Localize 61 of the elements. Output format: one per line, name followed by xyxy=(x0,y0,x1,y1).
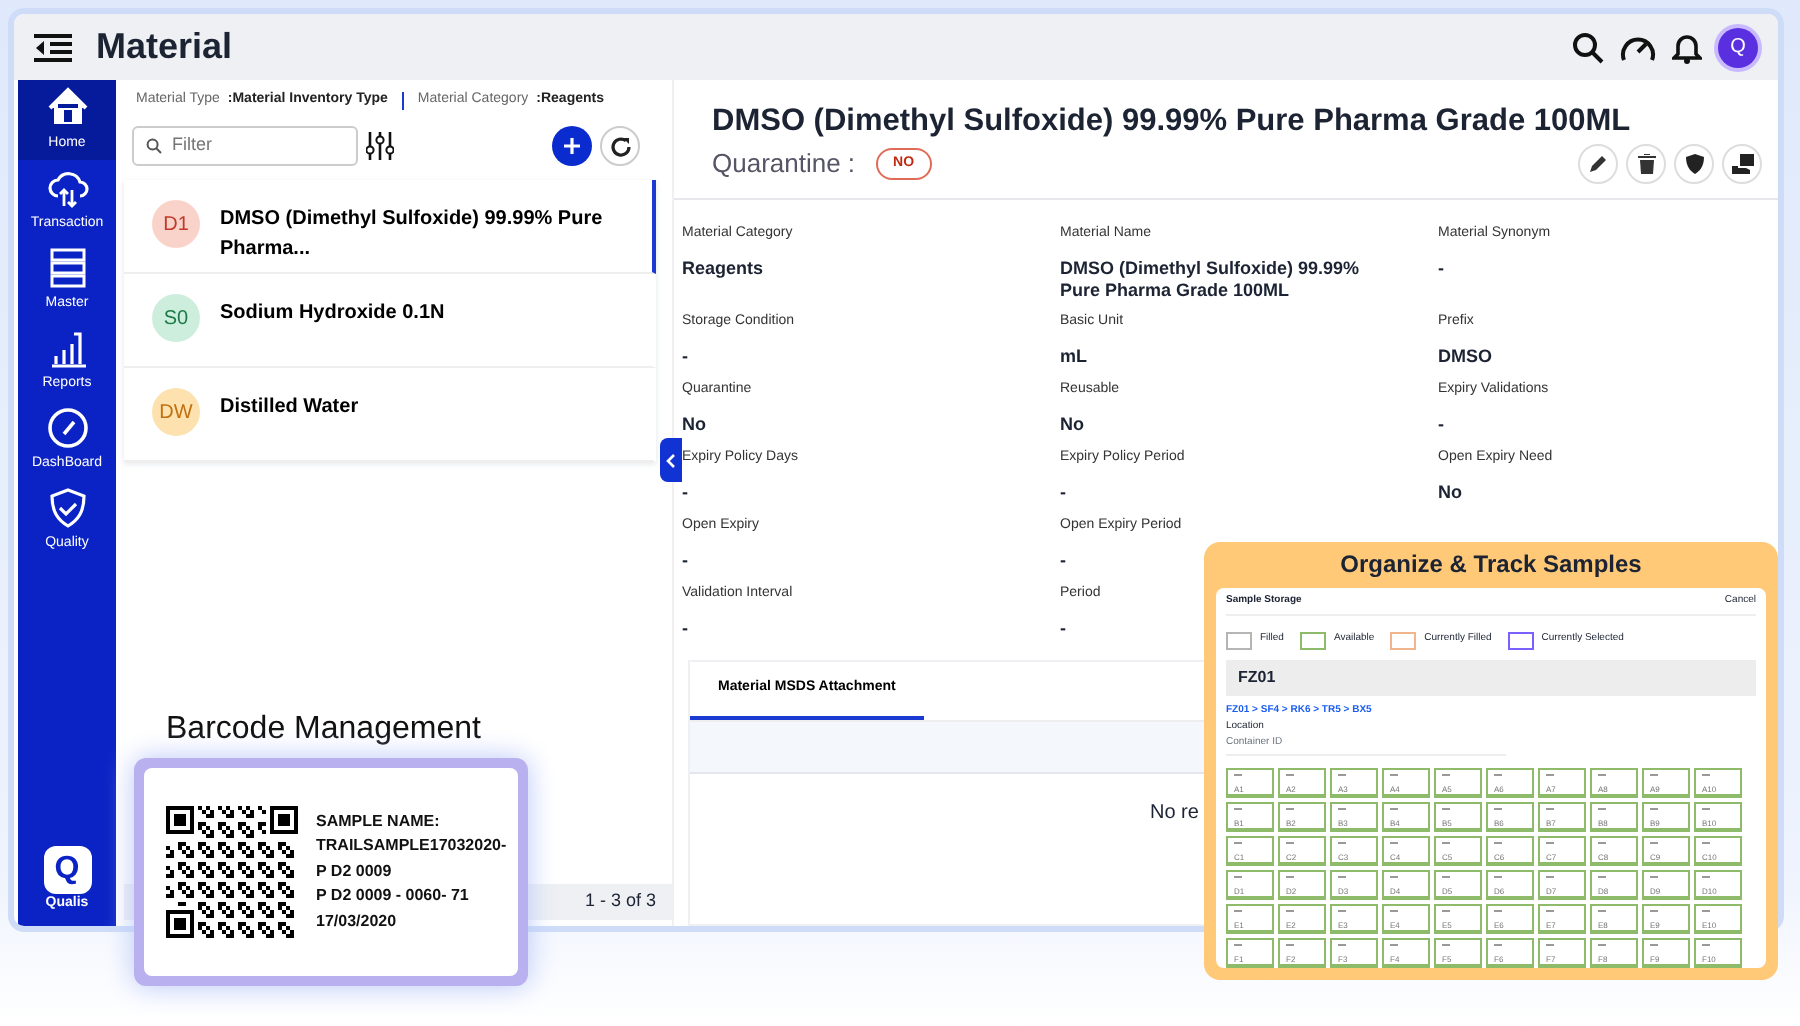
gauge-icon xyxy=(45,405,89,450)
initials-avatar: S0 xyxy=(152,294,200,342)
field-value: DMSO (Dimethyl Sulfoxide) 99.99% Pure Pharma Grade 100ML xyxy=(1060,257,1362,301)
menu-icon[interactable] xyxy=(34,33,72,61)
user-avatar[interactable]: Q xyxy=(1718,27,1758,67)
trash-icon xyxy=(1637,153,1655,174)
storage-heading: Organize & Track Samples xyxy=(1338,548,1644,582)
material-item[interactable]: D1 DMSO (Dimethyl Sulfoxide) 99.99% Pure Pharma... xyxy=(124,180,656,274)
page-title: Material xyxy=(96,24,233,70)
field-value: Reagents xyxy=(682,257,764,280)
shield-icon xyxy=(1685,153,1703,174)
field-value: No xyxy=(682,413,706,436)
add-button[interactable] xyxy=(552,126,592,166)
field-value: - xyxy=(1060,481,1066,504)
delete-button[interactable] xyxy=(1626,143,1666,184)
transfer-icon xyxy=(1731,153,1753,174)
empty-message: No re xyxy=(1150,801,1199,824)
barcode-label-text: SAMPLE NAME: TRAILSAMPLE17032020- P D2 0009 P D2 0009 - 0060- 71 17/03/2020 xyxy=(316,810,507,934)
initials-avatar: DW xyxy=(152,388,200,436)
search-icon xyxy=(146,138,162,154)
home-icon xyxy=(45,85,89,130)
material-item[interactable]: S0 Sodium Hydroxide 0.1N xyxy=(124,274,656,368)
material-title: DMSO (Dimethyl Sulfoxide) 99.99% Pure Pharma Grade 100ML xyxy=(712,102,1633,142)
refresh-icon xyxy=(609,135,631,157)
shield-button[interactable] xyxy=(1674,143,1714,184)
pagination-text: 1 - 3 of 3 xyxy=(584,888,656,915)
field-value: mL xyxy=(1060,345,1087,368)
bell-icon[interactable] xyxy=(1672,31,1702,63)
field-value: - xyxy=(682,345,688,368)
material-name: Sodium Hydroxide 0.1N xyxy=(220,300,445,328)
search-icon[interactable] xyxy=(1572,31,1604,63)
field-value: - xyxy=(682,549,688,572)
freezer-label: FZ01 xyxy=(1226,659,1756,695)
shield-icon xyxy=(45,485,89,530)
barcode-heading: Barcode Management xyxy=(166,710,481,750)
initials-avatar: D1 xyxy=(152,200,200,248)
field-value: - xyxy=(1060,617,1066,640)
server-icon xyxy=(45,245,89,290)
chevron-left-icon xyxy=(666,453,676,467)
field-value: - xyxy=(1438,257,1444,280)
field-value: DMSO xyxy=(1438,345,1492,368)
field-value: No xyxy=(1060,413,1084,436)
field-value: No xyxy=(1438,481,1462,504)
pencil-icon xyxy=(1588,153,1608,174)
edit-button[interactable] xyxy=(1578,143,1618,184)
field-value: - xyxy=(682,481,688,504)
material-name: DMSO (Dimethyl Sulfoxide) 99.99% Pure Pharma... xyxy=(220,206,605,264)
material-name: Distilled Water xyxy=(220,394,359,422)
field-value: - xyxy=(1060,549,1066,572)
transfer-button[interactable] xyxy=(1722,143,1762,184)
refresh-button[interactable] xyxy=(600,126,640,166)
field-value: - xyxy=(1438,413,1444,436)
qr-code xyxy=(166,806,298,938)
plus-icon xyxy=(562,136,582,156)
quarantine-label: Quarantine : xyxy=(712,146,856,182)
logo-icon: Q xyxy=(43,845,91,893)
field-value: - xyxy=(682,617,688,640)
filter-sliders-icon[interactable] xyxy=(366,132,394,160)
filter-field[interactable]: Filter xyxy=(132,126,358,166)
material-item[interactable]: DW Distilled Water xyxy=(124,368,656,462)
collapse-tab[interactable] xyxy=(660,438,682,482)
